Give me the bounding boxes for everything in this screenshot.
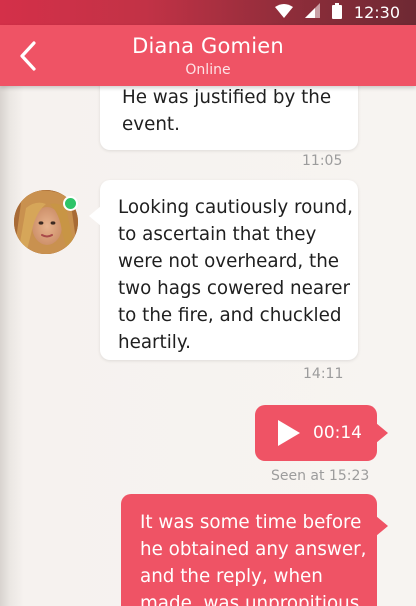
message-line: to ascertain that they xyxy=(118,224,317,245)
message-line: made, was unpropitious. xyxy=(140,593,366,606)
message-line: Looking cautiously round, xyxy=(118,197,353,218)
contact-avatar[interactable] xyxy=(14,190,78,254)
message-time: 11:05 xyxy=(302,153,343,169)
chat-header: Diana Gomien Online xyxy=(0,25,416,86)
play-icon[interactable] xyxy=(277,419,301,447)
wifi-icon xyxy=(274,3,293,22)
message-line: heartily. xyxy=(118,332,191,353)
message-time: 14:11 xyxy=(303,366,344,382)
message-line: event. xyxy=(122,114,180,135)
incoming-message[interactable]: Looking cautiously round, to ascertain t… xyxy=(89,180,358,360)
status-time: 12:30 xyxy=(353,3,400,22)
seen-status: Seen at 15:23 xyxy=(271,468,370,484)
message-line: he obtained any answer, xyxy=(140,539,367,560)
voice-duration: 00:14 xyxy=(313,423,362,443)
contact-name: Diana Gomien xyxy=(132,34,284,58)
contact-status: Online xyxy=(185,62,231,78)
status-icons: 12:30 xyxy=(274,2,400,23)
message-line: were not overheard, the xyxy=(118,251,340,272)
message-line: two hags cowered nearer xyxy=(118,278,350,299)
message-line: to the fire, and chuckled xyxy=(118,305,342,326)
outgoing-message[interactable]: It was some time before he obtained any … xyxy=(121,494,388,606)
battery-icon xyxy=(331,2,342,23)
status-bar: 12:30 xyxy=(0,0,416,25)
chat-screen: 12:30 Diana Gomien Online He was justifi… xyxy=(0,0,416,606)
bubble-tail xyxy=(89,206,101,226)
message-line: He was justified by the xyxy=(122,87,332,108)
message-line: and the reply, when xyxy=(140,566,323,587)
bubble-tail xyxy=(376,423,388,443)
voice-message[interactable]: 00:14 xyxy=(255,405,388,461)
message-line: It was some time before xyxy=(140,512,362,533)
cellular-signal-icon xyxy=(304,3,320,22)
bubble-tail xyxy=(376,516,388,536)
online-indicator xyxy=(63,196,78,211)
